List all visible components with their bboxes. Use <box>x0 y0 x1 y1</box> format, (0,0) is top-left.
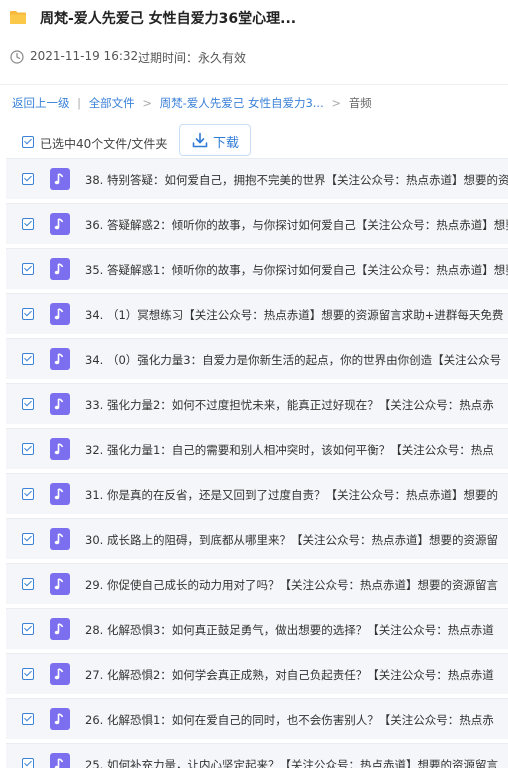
audio-file-icon <box>50 528 70 550</box>
divider <box>0 84 508 85</box>
audio-file-icon <box>50 663 70 685</box>
row-checkbox[interactable] <box>22 578 34 590</box>
breadcrumb-separator: > <box>331 96 342 110</box>
file-name[interactable]: 26. 化解恐惧1：如何在爱自己的同时，也不会伤害别人？【关注公众号：热点赤 <box>85 712 494 728</box>
current-folder: 音频 <box>348 96 372 110</box>
file-row[interactable]: 29. 你促使自己成长的动力用对了吗？【关注公众号：热点赤道】想要的资源留言 <box>6 563 508 604</box>
file-name[interactable]: 38. 特别答疑：如何爱自己，拥抱不完美的世界【关注公众号：热点赤道】想要的资源 <box>85 172 508 188</box>
audio-file-icon <box>50 303 70 325</box>
audio-file-icon <box>50 438 70 460</box>
download-icon <box>192 132 208 148</box>
download-label: 下载 <box>213 136 240 151</box>
file-name[interactable]: 34. （1）冥想练习【关注公众号：热点赤道】想要的资源留言求助+进群每天免费 <box>85 307 503 323</box>
toolbar: 已选中40个文件/文件夹 下载 <box>0 124 508 156</box>
audio-file-icon <box>50 573 70 595</box>
select-all-checkbox[interactable] <box>22 136 34 148</box>
audio-file-icon <box>50 168 70 190</box>
page: 周梵-爱人先爱己 女性自爱力36堂心理... 2021-11-19 16:32 … <box>0 0 508 768</box>
file-row[interactable]: 28. 化解恐惧3：如何真正鼓足勇气，做出想要的选择？【关注公众号：热点赤道 <box>6 608 508 649</box>
row-checkbox[interactable] <box>22 218 34 230</box>
folder-link[interactable]: 周梵-爱人先爱己 女性自爱力3... <box>160 96 324 110</box>
share-date: 2021-11-19 16:32 <box>30 49 139 63</box>
file-name[interactable]: 25. 如何补充力量，让内心坚定起来？【关注公众号：热点赤道】想要的资源留言 <box>85 757 498 768</box>
row-checkbox[interactable] <box>22 758 34 768</box>
row-checkbox[interactable] <box>22 533 34 545</box>
row-checkbox[interactable] <box>22 443 34 455</box>
file-name[interactable]: 30. 成长路上的阻碍，到底都从哪里来？【关注公众号：热点赤道】想要的资源留 <box>85 532 498 548</box>
file-name[interactable]: 27. 化解恐惧2：如何学会真正成熟，对自己负起责任？【关注公众号：热点赤道 <box>85 667 494 683</box>
file-name[interactable]: 28. 化解恐惧3：如何真正鼓足勇气，做出想要的选择？【关注公众号：热点赤道 <box>85 622 494 638</box>
file-row[interactable]: 31. 你是真的在反省，还是又回到了过度自责？【关注公众号：热点赤道】想要的 <box>6 473 508 514</box>
share-meta: 2021-11-19 16:32 过期时间：永久有效 <box>0 46 508 68</box>
audio-file-icon <box>50 483 70 505</box>
file-name[interactable]: 36. 答疑解惑2：倾听你的故事，与你探讨如何爱自己【关注公众号：热点赤道】想要 <box>85 217 508 233</box>
clock-icon <box>10 50 24 64</box>
row-checkbox[interactable] <box>22 668 34 680</box>
audio-file-icon <box>50 213 70 235</box>
file-name[interactable]: 34. （0）强化力量3：自爱力是你新生活的起点，你的世界由你创造【关注公众号 <box>85 352 501 368</box>
file-row[interactable]: 27. 化解恐惧2：如何学会真正成熟，对自己负起责任？【关注公众号：热点赤道 <box>6 653 508 694</box>
file-name[interactable]: 32. 强化力量1：自己的需要和别人相冲突时，该如何平衡？【关注公众号：热点 <box>85 442 494 458</box>
row-checkbox[interactable] <box>22 488 34 500</box>
file-name[interactable]: 29. 你促使自己成长的动力用对了吗？【关注公众号：热点赤道】想要的资源留言 <box>85 577 498 593</box>
breadcrumb: 返回上一级 | 全部文件 > 周梵-爱人先爱己 女性自爱力3... > 音频 <box>12 95 372 111</box>
file-row[interactable]: 32. 强化力量1：自己的需要和别人相冲突时，该如何平衡？【关注公众号：热点 <box>6 428 508 469</box>
row-checkbox[interactable] <box>22 353 34 365</box>
row-checkbox[interactable] <box>22 173 34 185</box>
file-row[interactable]: 36. 答疑解惑2：倾听你的故事，与你探讨如何爱自己【关注公众号：热点赤道】想要 <box>6 203 508 244</box>
file-name[interactable]: 31. 你是真的在反省，还是又回到了过度自责？【关注公众号：热点赤道】想要的 <box>85 487 498 503</box>
audio-file-icon <box>50 348 70 370</box>
file-name[interactable]: 35. 答疑解惑1：倾听你的故事，与你探讨如何爱自己【关注公众号：热点赤道】想要 <box>85 262 508 278</box>
audio-file-icon <box>50 258 70 280</box>
all-files-link[interactable]: 全部文件 <box>89 96 135 110</box>
file-row[interactable]: 33. 强化力量2：如何不过度担忧未来，能真正过好现在？【关注公众号：热点赤 <box>6 383 508 424</box>
file-row[interactable]: 35. 答疑解惑1：倾听你的故事，与你探讨如何爱自己【关注公众号：热点赤道】想要 <box>6 248 508 289</box>
back-link[interactable]: 返回上一级 <box>12 96 70 110</box>
header: 周梵-爱人先爱己 女性自爱力36堂心理... <box>0 0 508 36</box>
file-row[interactable]: 38. 特别答疑：如何爱自己，拥抱不完美的世界【关注公众号：热点赤道】想要的资源 <box>6 158 508 199</box>
row-checkbox[interactable] <box>22 623 34 635</box>
audio-file-icon <box>50 708 70 730</box>
file-row[interactable]: 25. 如何补充力量，让内心坚定起来？【关注公众号：热点赤道】想要的资源留言 <box>6 743 508 768</box>
file-row[interactable]: 26. 化解恐惧1：如何在爱自己的同时，也不会伤害别人？【关注公众号：热点赤 <box>6 698 508 739</box>
file-row[interactable]: 30. 成长路上的阻碍，到底都从哪里来？【关注公众号：热点赤道】想要的资源留 <box>6 518 508 559</box>
download-button[interactable]: 下载 <box>179 124 251 156</box>
breadcrumb-separator: > <box>142 96 152 110</box>
selected-count-label: 已选中40个文件/文件夹 <box>40 137 168 151</box>
breadcrumb-separator: | <box>77 96 82 110</box>
row-checkbox[interactable] <box>22 713 34 725</box>
file-name[interactable]: 33. 强化力量2：如何不过度担忧未来，能真正过好现在？【关注公众号：热点赤 <box>85 397 494 413</box>
row-checkbox[interactable] <box>22 308 34 320</box>
expiry-text: 过期时间：永久有效 <box>138 51 247 65</box>
file-row[interactable]: 34. （1）冥想练习【关注公众号：热点赤道】想要的资源留言求助+进群每天免费 <box>6 293 508 334</box>
share-title: 周梵-爱人先爱己 女性自爱力36堂心理... <box>40 11 297 27</box>
audio-file-icon <box>50 393 70 415</box>
folder-icon <box>10 11 26 24</box>
row-checkbox[interactable] <box>22 398 34 410</box>
row-checkbox[interactable] <box>22 263 34 275</box>
file-row[interactable]: 34. （0）强化力量3：自爱力是你新生活的起点，你的世界由你创造【关注公众号 <box>6 338 508 379</box>
audio-file-icon <box>50 618 70 640</box>
audio-file-icon <box>50 753 70 768</box>
